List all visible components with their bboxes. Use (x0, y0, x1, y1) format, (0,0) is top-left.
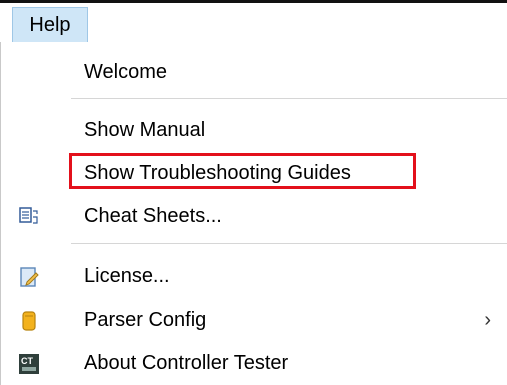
help-dropdown-menu: Welcome Show Manual Show Troubleshooting… (0, 42, 507, 385)
menu-bar: Help (0, 0, 507, 43)
svg-text:CT: CT (21, 356, 33, 366)
cheat-sheets-icon (18, 206, 40, 228)
menu-item-label: Cheat Sheets... (84, 204, 222, 227)
about-icon: CT (18, 353, 40, 375)
chevron-right-icon: › (484, 308, 491, 331)
license-icon (18, 266, 40, 288)
menu-item-label: Show Manual (84, 118, 206, 141)
help-menu-label: Help (29, 14, 71, 36)
menu-item-license[interactable]: License... (1, 258, 507, 294)
menu-item-label: Welcome (84, 60, 167, 83)
menu-item-parser-config[interactable]: Parser Config › (1, 302, 507, 338)
menu-separator (71, 243, 507, 244)
menu-item-about-controller-tester[interactable]: CT About Controller Tester (1, 345, 507, 381)
menu-item-label: About Controller Tester (84, 351, 289, 374)
help-menu[interactable]: Help (12, 7, 88, 43)
top-edge-divider (0, 0, 507, 3)
menu-item-cheat-sheets[interactable]: Cheat Sheets... (1, 198, 507, 234)
menu-item-label: License... (84, 264, 170, 287)
parser-config-icon (18, 310, 40, 332)
menu-item-welcome[interactable]: Welcome (1, 54, 507, 90)
highlight-annotation-box (69, 153, 416, 189)
menu-item-label: Parser Config (84, 308, 207, 331)
menu-item-show-manual[interactable]: Show Manual (1, 112, 507, 148)
menu-separator (71, 98, 507, 99)
